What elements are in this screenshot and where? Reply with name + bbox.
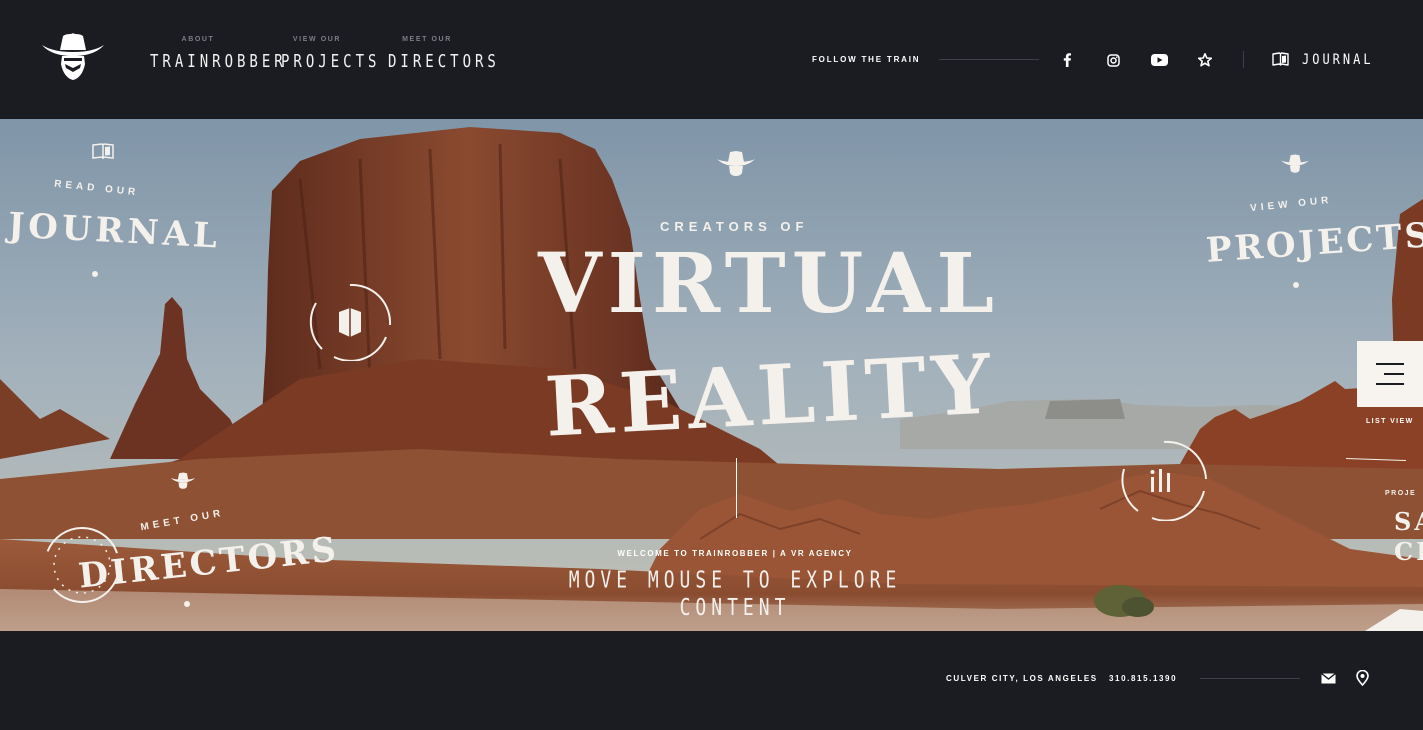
site-footer: CULVER CITY, LOS ANGELES 310.815.1390 [0,631,1423,730]
nav-directors-label: DIRECTORS [388,52,500,72]
journal-hotspot[interactable] [306,281,394,361]
star-icon[interactable] [1195,50,1215,70]
nav-about[interactable]: ABOUT TRAINROBBER [150,36,287,72]
journal-link[interactable]: JOURNAL [1272,50,1374,68]
menu-icon-bar [1376,363,1404,365]
follow-label: FOLLOW THE TRAIN [812,55,921,64]
list-view-link[interactable]: LIST VIEW [1366,418,1414,425]
menu-button[interactable] [1357,341,1423,407]
edge-panel-text-2: CH [1394,537,1423,566]
book-icon [92,143,114,159]
creators-of-label: CREATORS OF [660,219,809,234]
nav-projects[interactable]: VIEW OUR PROJECTS [281,36,381,72]
instagram-icon[interactable] [1103,50,1123,70]
footer-address: CULVER CITY, LOS ANGELES [946,674,1098,683]
footer-divider [1200,678,1300,679]
vr-hero-panorama[interactable]: READ OUR JOURNAL CREATORS OF VIRTUAL REA… [0,119,1423,631]
explore-instruction: MOVE MOUSE TO EXPLORE CONTENT [568,566,902,622]
location-pin-icon[interactable] [1353,669,1371,687]
nav-about-label: TRAINROBBER [150,52,287,72]
facebook-icon[interactable] [1057,50,1077,70]
reality-title: REALITY [542,336,1000,456]
nav-directors-small: MEET OUR [402,36,452,43]
nav-about-small: ABOUT [181,36,215,43]
directors-hotspot-dot[interactable] [184,601,190,607]
welcome-tagline: WELCOME TO TRAINROBBER | A VR AGENCY [617,549,853,558]
nav-projects-label: PROJECTS [281,52,381,72]
header-divider [1243,51,1244,68]
nav-projects-small: VIEW OUR [292,36,342,43]
projects-hotspot-dot[interactable] [1293,282,1299,288]
center-divider [736,458,737,518]
edge-panel-small: PROJE [1385,490,1417,497]
footer-phone[interactable]: 310.815.1390 [1109,674,1177,683]
trainrobber-logo[interactable] [40,30,106,82]
virtual-title: VIRTUAL [538,236,1000,332]
trainrobber-hat-icon [170,472,196,489]
trainrobber-hat-icon [1281,154,1309,173]
follow-divider [939,59,1039,60]
mail-icon[interactable] [1319,669,1337,687]
projects-hotspot[interactable] [1118,439,1210,521]
menu-icon-bar [1384,373,1404,375]
trainrobber-hat-icon [717,151,755,176]
menu-icon-bar [1376,383,1404,385]
site-header: ABOUT TRAINROBBER VIEW OUR PROJECTS MEET… [0,0,1423,119]
youtube-icon[interactable] [1149,50,1169,70]
journal-hotspot-dot[interactable] [92,271,98,277]
nav-directors[interactable]: MEET OUR DIRECTORS [388,36,500,72]
journal-link-label: JOURNAL [1302,50,1374,68]
book-icon [1272,52,1289,66]
edge-panel-text-1: SA [1394,507,1423,536]
